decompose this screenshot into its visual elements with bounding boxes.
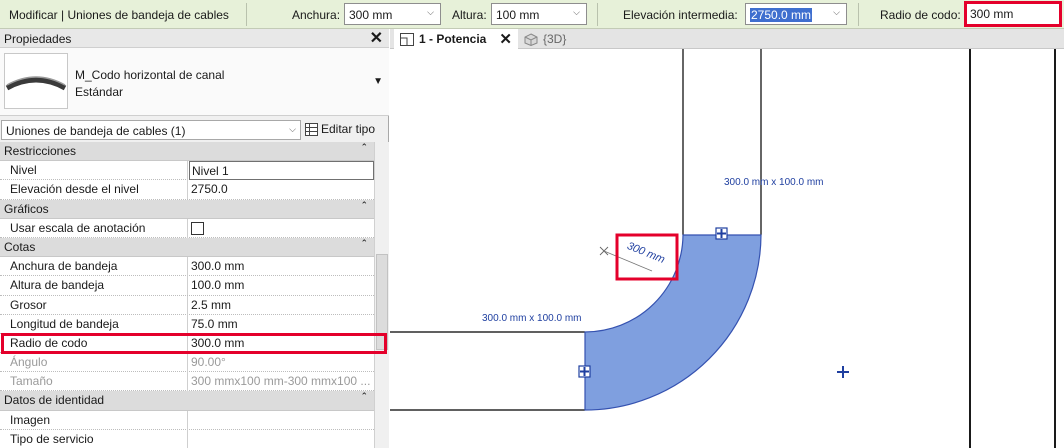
close-icon[interactable]: ✕	[370, 28, 383, 48]
tray-width-value[interactable]: 300.0 mm	[189, 257, 374, 276]
close-icon[interactable]: ✕	[499, 30, 512, 48]
property-row-annotation-scale: Usar escala de anotación	[0, 218, 374, 238]
property-row-tray-length: Longitud de bandeja 75.0 mm	[0, 314, 374, 334]
center-point-icon	[837, 366, 849, 378]
chevron-down-icon[interactable]: ⌵	[427, 7, 434, 18]
tab-potencia[interactable]: 1 - Potencia ✕	[394, 29, 518, 49]
dim-label-vertical-tray: 300.0 mm x 100.0 mm	[724, 177, 824, 188]
properties-scrollbar[interactable]	[374, 142, 389, 448]
property-row-elevation: Elevación desde el nivel 2750.0	[0, 180, 374, 200]
filter-row: Uniones de bandeja de cables (1) ⌵ Edita…	[0, 119, 389, 141]
height-label: Altura:	[452, 8, 487, 22]
group-header-identity[interactable]: Datos de identidad ⌃	[0, 391, 374, 411]
separator	[597, 3, 598, 26]
property-row-tray-height: Altura de bandeja 100.0 mm	[0, 276, 374, 296]
elevation-value[interactable]: 2750.0	[189, 180, 374, 199]
selected-bend[interactable]	[584, 234, 762, 411]
bend-radius-label: Radio de codo:	[880, 8, 961, 22]
group-header-constraints[interactable]: Restricciones ⌃	[0, 142, 374, 162]
property-row-angle: Ángulo 90.00°	[0, 353, 374, 373]
type-selector[interactable]: M_Codo horizontal de canal Estándar ▼	[0, 48, 389, 116]
property-row-thickness: Grosor 2.5 mm	[0, 295, 374, 315]
bend-radius-input[interactable]: 300 mm	[966, 3, 1062, 25]
size-value: 300 mmx100 mm-300 mmx100 ...	[191, 374, 371, 389]
group-header-graphics[interactable]: Gráficos ⌃	[0, 199, 374, 219]
edit-type-icon	[305, 122, 318, 136]
thickness-value[interactable]: 2.5 mm	[189, 296, 374, 315]
cable-tray-drawing[interactable]	[390, 49, 1064, 448]
options-bar: Modificar | Uniones de bandeja de cables…	[0, 0, 1064, 29]
property-row-bend-radius: Radio de codo 300.0 mm	[0, 333, 374, 354]
context-title: Modificar | Uniones de bandeja de cables	[9, 8, 229, 22]
dim-label-horizontal-tray: 300.0 mm x 100.0 mm	[482, 313, 582, 324]
chevron-down-icon[interactable]: ▼	[373, 76, 383, 87]
scrollbar-thumb[interactable]	[376, 254, 388, 350]
property-row-tray-width: Anchura de bandeja 300.0 mm	[0, 257, 374, 277]
edit-type-label: Editar tipo	[321, 122, 376, 136]
bend-radius-value: 300 mm	[970, 7, 1014, 21]
properties-header: Propiedades ✕	[0, 29, 389, 48]
type-subname: Estándar	[75, 85, 124, 99]
property-row-image: Imagen	[0, 410, 374, 430]
collapse-icon[interactable]: ⌃	[360, 142, 368, 153]
level-value[interactable]: Nivel 1	[189, 161, 374, 181]
cable-tray-bend-thumbnail	[4, 53, 68, 109]
collapse-icon[interactable]: ⌃	[360, 391, 368, 402]
connector-grip-icon[interactable]	[578, 365, 591, 378]
filter-value: Uniones de bandeja de cables (1)	[6, 124, 186, 138]
floor-plan-icon	[400, 32, 414, 46]
width-combo[interactable]: 300 mm ⌵	[344, 3, 441, 25]
width-value: 300 mm	[349, 8, 393, 22]
image-value[interactable]	[189, 411, 374, 430]
chevron-down-icon[interactable]: ⌵	[833, 7, 840, 18]
collapse-icon[interactable]: ⌃	[360, 238, 368, 249]
tray-length-value[interactable]: 75.0 mm	[189, 315, 374, 334]
mid-elevation-combo[interactable]: 2750.0 mm ⌵	[745, 3, 847, 25]
tab-label: 1 - Potencia	[419, 32, 487, 46]
mid-elevation-label: Elevación intermedia:	[623, 8, 738, 22]
mid-elevation-value[interactable]: 2750.0 mm	[750, 8, 813, 22]
height-combo[interactable]: 100 mm ⌵	[491, 3, 587, 25]
tray-height-value[interactable]: 100.0 mm	[189, 276, 374, 295]
service-type-value[interactable]	[189, 430, 374, 448]
type-name: M_Codo horizontal de canal	[75, 68, 225, 82]
tab-label: {3D}	[543, 32, 567, 46]
separator	[858, 3, 859, 26]
angle-value: 90.00°	[191, 355, 226, 370]
drawing-canvas[interactable]: 300.0 mm x 100.0 mm 300.0 mm x 100.0 mm …	[390, 49, 1064, 448]
connector-grip-icon[interactable]	[715, 227, 728, 240]
width-label: Anchura:	[292, 8, 341, 22]
element-filter-combo[interactable]: Uniones de bandeja de cables (1) ⌵	[1, 120, 301, 140]
group-header-dimensions[interactable]: Cotas ⌃	[0, 237, 374, 258]
annotation-scale-checkbox[interactable]	[191, 221, 204, 235]
property-grid: Restricciones ⌃ Nivel Nivel 1 Elevación …	[0, 142, 374, 448]
separator	[246, 3, 247, 26]
view-tabs: 1 - Potencia ✕ {3D}	[390, 29, 1064, 49]
edit-type-button[interactable]: Editar tipo	[305, 122, 375, 136]
property-row-service-type: Tipo de servicio	[0, 429, 374, 448]
properties-panel: Propiedades ✕ M_Codo horizontal de canal…	[0, 29, 389, 448]
property-row-level: Nivel Nivel 1	[0, 161, 374, 181]
chevron-down-icon[interactable]: ⌵	[573, 7, 580, 18]
tab-3d[interactable]: {3D}	[524, 29, 566, 49]
chevron-down-icon[interactable]: ⌵	[289, 124, 296, 135]
properties-title: Propiedades	[4, 32, 72, 46]
property-row-size: Tamaño 300 mmx100 mm-300 mmx100 ...	[0, 372, 374, 392]
bend-radius-property-value[interactable]: 300.0 mm	[189, 334, 374, 353]
height-value: 100 mm	[496, 8, 540, 22]
3d-view-icon	[524, 32, 538, 46]
collapse-icon[interactable]: ⌃	[360, 200, 368, 211]
